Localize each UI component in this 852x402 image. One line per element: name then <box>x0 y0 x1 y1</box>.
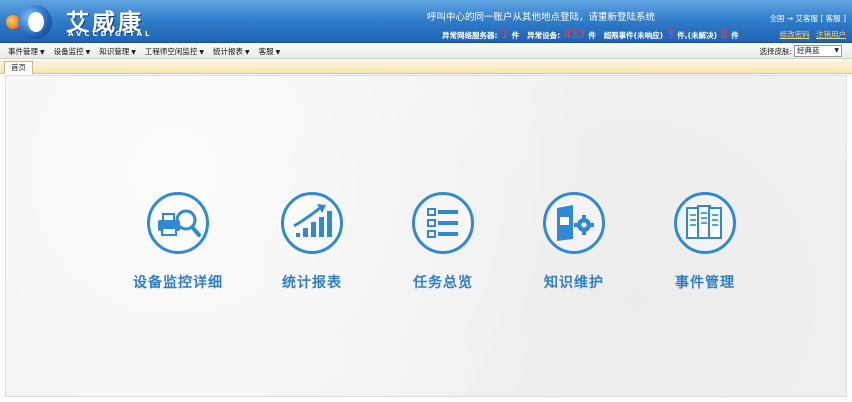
tile-knowledge-maintenance[interactable]: 知识维护 <box>519 192 629 292</box>
tile-statistics-report[interactable]: 统计报表 <box>257 192 367 292</box>
menu-item-label: 统计报表 <box>213 47 243 56</box>
skin-label: 选择皮肤: <box>759 46 792 56</box>
caret-down-icon: ▼ <box>245 49 250 56</box>
skin-select[interactable]: 经典蓝 ▼ <box>794 45 842 57</box>
event-unit: 件 <box>731 31 739 40</box>
menu-item-label: 事件管理 <box>8 47 38 56</box>
server-count[interactable]: 1 <box>501 28 508 41</box>
home-content: 设备监控详细 统计报表 任务总览 知识维护 事件管理 <box>5 75 847 397</box>
tile-device-monitoring-detail[interactable]: 设备监控详细 <box>123 192 233 292</box>
menu-item-label: 设备监控 <box>53 47 84 56</box>
event-label: 超限事件(未响应) <box>603 31 664 40</box>
tile-circle <box>674 192 736 254</box>
menu-item-label: 知识管理 <box>99 47 130 56</box>
tab-home[interactable]: 首页 <box>4 61 33 74</box>
server-unit: 件 <box>511 31 520 40</box>
tile-task-overview[interactable]: 任务总览 <box>388 192 498 292</box>
caret-down-icon: ▼ <box>40 49 45 56</box>
bar-chart-trend-icon <box>293 204 332 237</box>
tile-label: 设备监控详细 <box>133 275 223 291</box>
main-menu: 事件管理 ▼ 设备监控 ▼ 知识管理 ▼ 工程师空闲监控 ▼ 统计报表 ▼ 客服 ▼ <box>8 46 280 57</box>
event-unresolved-count[interactable]: 8 <box>721 28 728 41</box>
menu-bar: 事件管理 ▼ 设备监控 ▼ 知识管理 ▼ 工程师空闲监控 ▼ 统计报表 ▼ 客服 ▼ 选择皮… <box>0 44 852 59</box>
book-gear-icon <box>557 205 594 241</box>
printer-search-icon <box>158 209 201 237</box>
menu-item-device-monitoring[interactable]: 设备监控 ▼ <box>54 46 91 57</box>
tile-circle <box>281 192 343 254</box>
event-unresponded-count[interactable]: 3 <box>667 28 674 41</box>
menu-item-engineer-idle-monitoring[interactable]: 工程师空闲监控 ▼ <box>145 46 204 57</box>
menu-item-label: 客服 <box>258 47 274 56</box>
logout-link[interactable]: 注销用户 <box>816 30 846 39</box>
menu-item-customer-service[interactable]: 客服 ▼ <box>259 46 281 57</box>
documents-icon <box>686 205 722 239</box>
login-notice: 呼叫中心的同一账户从其他地点登陆，请重新登陆系统 <box>426 12 655 23</box>
header-bar: 艾威康 AVCCDIGITAL 呼叫中心的同一账户从其他地点登陆，请重新登陆系统… <box>0 0 852 43</box>
server-label: 异常网络服务器: <box>442 31 498 40</box>
menu-item-knowledge-management[interactable]: 知识管理 ▼ <box>99 46 136 57</box>
task-list-icon <box>427 208 458 238</box>
tab-bar: 首页 <box>0 60 852 74</box>
menu-item-statistics-report[interactable]: 统计报表 ▼ <box>213 46 250 57</box>
change-password-link[interactable]: 修改密码 <box>780 30 810 39</box>
skin-selector: 选择皮肤: 经典蓝 ▼ <box>759 45 842 57</box>
tile-circle <box>543 192 605 254</box>
tile-label: 任务总览 <box>413 275 473 291</box>
tile-label: 事件管理 <box>675 275 735 291</box>
tile-label: 知识维护 <box>544 275 604 291</box>
user-info: 全国 → 艾客服 [ 客服 ] <box>769 14 846 23</box>
caret-down-icon: ▼ <box>275 49 281 56</box>
menu-item-event-management[interactable]: 事件管理 ▼ <box>8 46 45 57</box>
device-unit: 件 <box>588 31 596 40</box>
event-mid-text: 件,(未解决) <box>677 31 718 40</box>
tile-event-management[interactable]: 事件管理 <box>650 192 760 292</box>
dropdown-arrow-icon: ▼ <box>834 47 839 54</box>
skin-select-value: 经典蓝 <box>797 46 820 55</box>
device-count[interactable]: 433 <box>564 28 585 41</box>
logo-english-text: AVCCDIGITAL <box>68 30 153 38</box>
tile-circle <box>147 192 209 254</box>
tile-label: 统计报表 <box>282 275 342 291</box>
device-label: 异常设备: <box>527 31 561 40</box>
user-links: 修改密码 注销用户 <box>776 29 846 40</box>
caret-down-icon: ▼ <box>85 49 91 56</box>
caret-down-icon: ▼ <box>131 49 136 56</box>
tile-circle <box>412 192 474 254</box>
alarm-stats: 异常网络服务器: 1 件 异常设备: 433 件 超限事件(未响应) 3 件,(… <box>442 28 739 41</box>
caret-down-icon: ▼ <box>199 49 204 56</box>
menu-item-label: 工程师空闲监控 <box>144 47 198 56</box>
